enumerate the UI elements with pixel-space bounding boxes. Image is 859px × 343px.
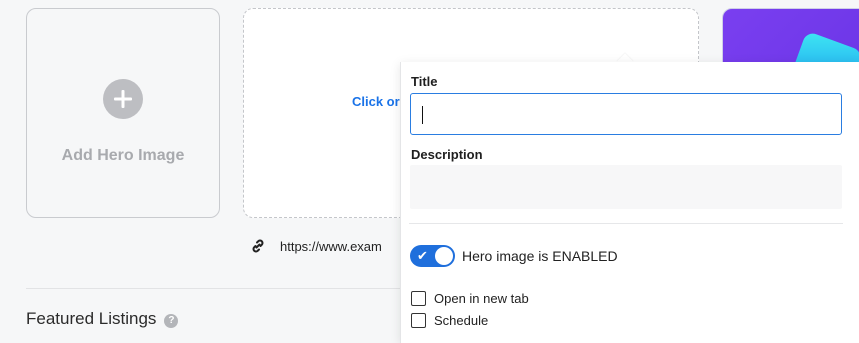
hero-link-url: https://www.exam	[280, 238, 382, 254]
open-new-tab-row: Open in new tab	[411, 291, 529, 306]
help-icon[interactable]: ?	[164, 313, 179, 328]
description-label: Description	[411, 147, 483, 162]
hero-link-row[interactable]: https://www.exam	[250, 238, 382, 254]
title-label: Title	[411, 74, 438, 89]
schedule-checkbox[interactable]	[411, 313, 426, 328]
text-caret	[422, 106, 423, 124]
title-input[interactable]	[410, 93, 842, 135]
schedule-label: Schedule	[434, 313, 489, 328]
hero-enabled-row: ✔ Hero image is ENABLED	[410, 245, 618, 267]
featured-listings-heading: Featured Listings ?	[26, 309, 179, 329]
featured-listings-title: Featured Listings	[26, 309, 157, 328]
schedule-row: Schedule	[411, 313, 488, 328]
hero-enabled-toggle[interactable]: ✔	[410, 245, 455, 267]
open-new-tab-label: Open in new tab	[434, 291, 529, 306]
plus-circle-icon	[103, 79, 143, 119]
hero-enabled-label: Hero image is ENABLED	[462, 248, 618, 264]
open-new-tab-checkbox[interactable]	[411, 291, 426, 306]
upload-cta-text: Click or	[352, 94, 400, 109]
link-icon	[252, 239, 264, 253]
description-input[interactable]	[410, 165, 842, 209]
popover-divider	[409, 223, 843, 224]
toggle-knob	[435, 247, 453, 265]
add-hero-image-label: Add Hero Image	[61, 147, 185, 164]
hero-settings-popover: Title Description ✔ Hero image is ENABLE…	[400, 62, 859, 343]
check-icon: ✔	[417, 248, 428, 263]
add-hero-image-card[interactable]: Add Hero Image	[26, 8, 220, 218]
